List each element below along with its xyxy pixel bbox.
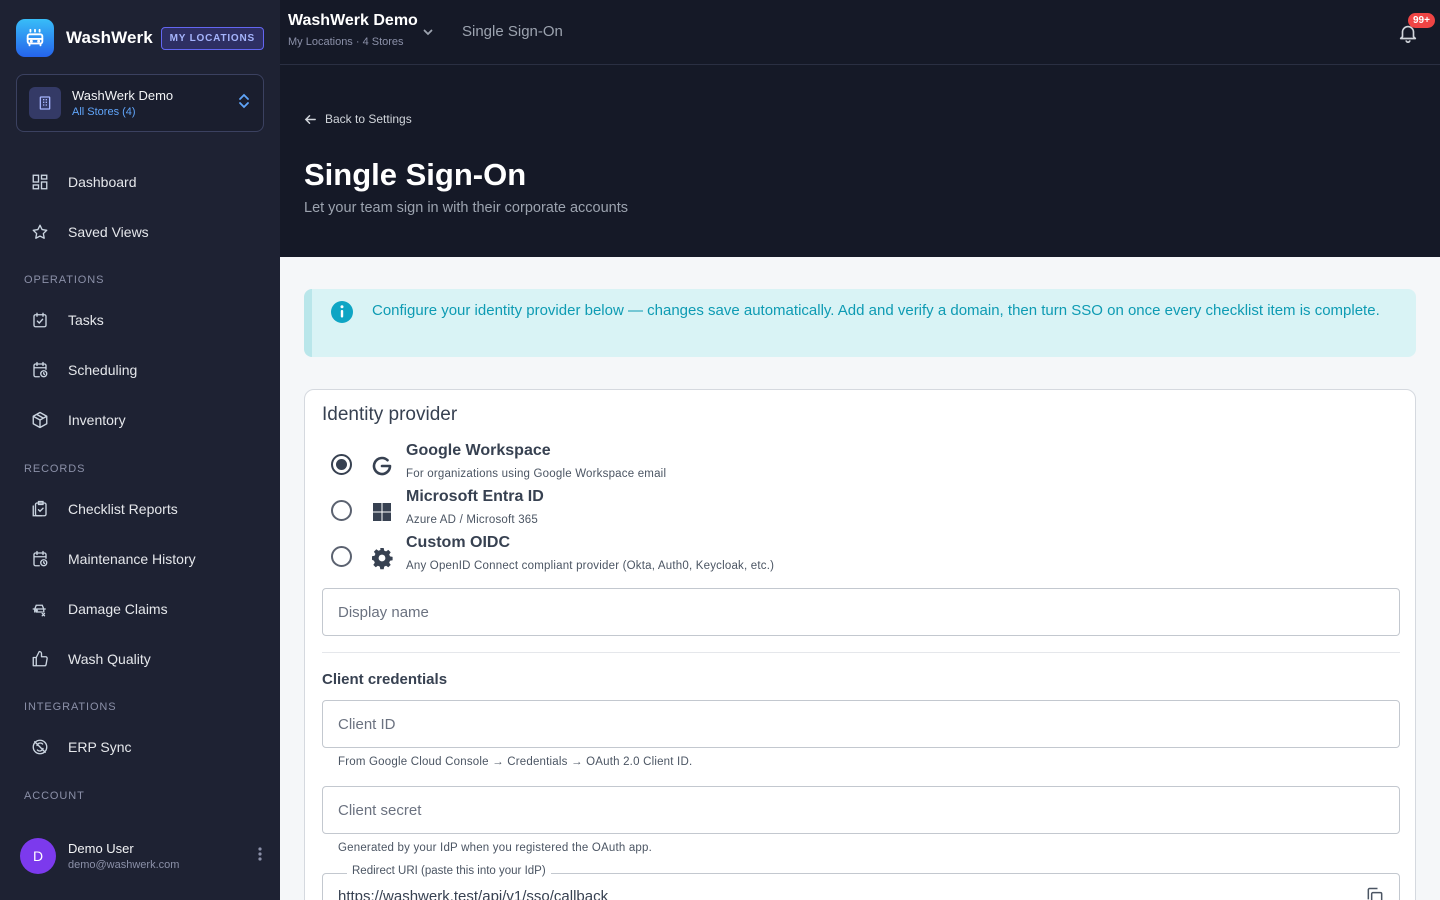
sidebar: WashWerk MY LOCATIONS WashWerk Demo All … [0,0,280,900]
nav-scheduling-label: Scheduling [68,362,138,378]
building-icon [29,87,61,119]
radio-oidc[interactable] [331,546,352,567]
nav-tasks[interactable]: Tasks [0,298,280,342]
nav-wash-quality[interactable]: Wash Quality [0,637,280,681]
user-email: demo@washwerk.com [68,859,180,871]
section-integrations: INTEGRATIONS [24,701,117,713]
nav-dashboard[interactable]: Dashboard [0,160,280,204]
section-records: RECORDS [24,463,86,475]
unfold-icon [237,93,251,114]
nav-dashboard-label: Dashboard [68,174,137,190]
redirect-uri-value[interactable]: https://washwerk.test/api/v1/sso/callbac… [338,888,608,900]
org-switcher[interactable]: WashWerk Demo All Stores (4) [16,74,264,132]
option-oidc-desc: Any OpenID Connect compliant provider (O… [406,560,775,572]
option-microsoft[interactable]: Microsoft Entra ID Azure AD / Microsoft … [322,488,1222,536]
identity-provider-title: Identity provider [322,404,458,425]
nav-checklist-reports-label: Checklist Reports [68,501,178,517]
section-account: ACCOUNT [24,790,85,802]
display-name-input[interactable] [323,589,1399,635]
nav-checklist-reports[interactable]: Checklist Reports [0,487,280,531]
location-title[interactable]: WashWerk Demo [288,12,418,30]
nav-erp-sync-label: ERP Sync [68,739,132,755]
radio-microsoft[interactable] [331,500,352,521]
page-header: Back to Settings Single Sign-On Let your… [280,65,1440,257]
section-operations: OPERATIONS [24,274,105,286]
thumbs-up-icon [32,650,48,667]
brand-name: WashWerk [66,28,153,47]
top-bar: WashWerk Demo My Locations · 4 Stores Si… [280,0,1440,65]
nav-damage-claims[interactable]: Damage Claims [0,587,280,631]
notification-badge: 99+ [1408,13,1435,28]
chevron-down-icon[interactable] [422,25,434,43]
copy-icon[interactable] [1365,886,1385,900]
gear-icon [370,546,394,570]
star-icon [32,224,48,239]
dashboard-icon [32,174,48,190]
org-name: WashWerk Demo [72,88,174,103]
user-name: Demo User [68,841,134,856]
task-check-icon [33,312,47,328]
calendar-history-icon [33,550,48,567]
nav-saved-views[interactable]: Saved Views [0,210,280,254]
radio-google[interactable] [331,454,352,475]
info-icon [330,300,354,357]
package-icon [32,411,48,429]
google-icon [370,454,394,478]
location-subtitle: My Locations · 4 Stores [288,36,404,48]
client-id-helper: From Google Cloud Console → Credentials … [338,756,693,768]
user-profile[interactable]: D Demo User demo@washwerk.com [20,838,270,874]
nav-maintenance-history-label: Maintenance History [68,551,196,567]
client-secret-field[interactable] [322,786,1400,834]
page-subtitle: Let your team sign in with their corpora… [304,200,628,216]
nav-inventory-label: Inventory [68,412,126,428]
option-google-title: Google Workspace [406,442,551,459]
nav-saved-views-label: Saved Views [68,224,149,240]
nav-erp-sync[interactable]: ERP Sync [0,725,280,769]
option-google-desc: For organizations using Google Workspace… [406,468,667,480]
clipboard-check-icon [32,500,47,517]
breadcrumb: Single Sign-On [462,23,563,40]
identity-provider-card: Identity provider Google Workspace For o… [304,389,1416,900]
option-google[interactable]: Google Workspace For organizations using… [322,442,1222,490]
display-name-field[interactable] [322,588,1400,636]
nav-maintenance-history[interactable]: Maintenance History [0,537,280,581]
page-title: Single Sign-On [304,157,527,192]
nav-inventory[interactable]: Inventory [0,398,280,442]
nav-wash-quality-label: Wash Quality [68,651,151,667]
car-damage-icon [32,604,46,617]
calendar-clock-icon [33,361,48,378]
client-secret-helper: Generated by your IdP when you registere… [338,842,653,854]
back-link[interactable]: Back to Settings [304,112,412,126]
arrow-left-icon [304,114,316,124]
microsoft-icon [370,500,394,524]
option-microsoft-desc: Azure AD / Microsoft 365 [406,514,538,526]
avatar: D [20,838,56,874]
option-oidc-title: Custom OIDC [406,534,510,551]
org-store-count: All Stores (4) [72,106,136,118]
sync-off-icon [32,739,48,755]
back-link-label: Back to Settings [325,112,412,126]
client-id-field[interactable] [322,700,1400,748]
nav-scheduling[interactable]: Scheduling [0,348,280,392]
redirect-uri-label: Redirect URI (paste this into your IdP) [347,865,551,877]
car-wash-logo-icon[interactable] [16,19,54,57]
info-alert: Configure your identity provider below —… [304,289,1416,357]
nav-tasks-label: Tasks [68,312,104,328]
option-microsoft-title: Microsoft Entra ID [406,488,544,505]
more-vertical-icon[interactable] [258,846,262,866]
brand: WashWerk MY LOCATIONS [16,19,264,57]
info-alert-text: Configure your identity provider below —… [372,302,1380,319]
nav-damage-claims-label: Damage Claims [68,601,168,617]
client-secret-input[interactable] [323,787,1399,833]
my-locations-badge[interactable]: MY LOCATIONS [160,26,264,50]
client-credentials-title: Client credentials [322,671,448,688]
client-id-input[interactable] [323,701,1399,747]
divider [322,652,1400,653]
option-oidc[interactable]: Custom OIDC Any OpenID Connect compliant… [322,534,1222,582]
redirect-uri-field[interactable]: Redirect URI (paste this into your IdP) … [322,865,1400,900]
